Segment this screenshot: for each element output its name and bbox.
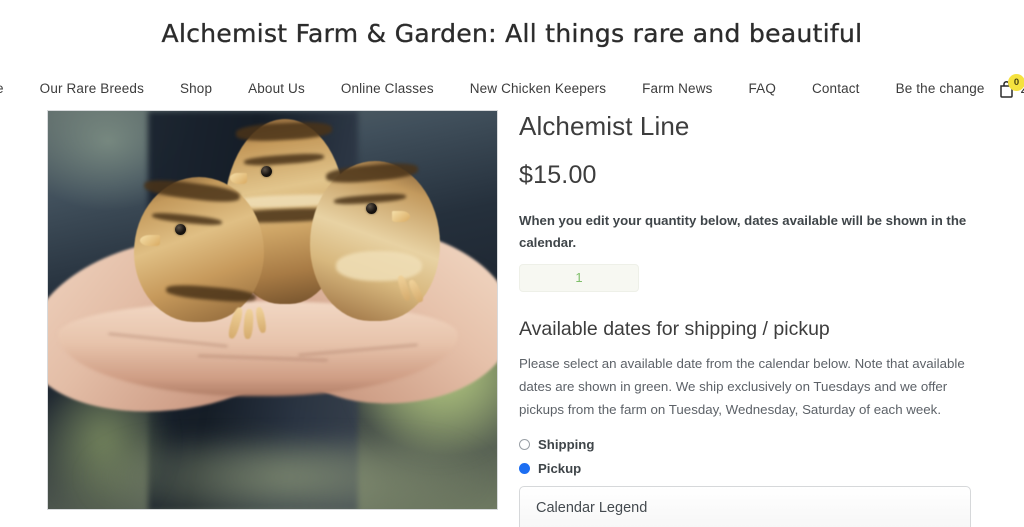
delivery-option-pickup-label: Pickup: [538, 461, 581, 476]
calendar-legend-panel: Calendar Legend: [519, 486, 971, 527]
delivery-option-pickup[interactable]: Pickup: [519, 461, 1024, 476]
product-title: Alchemist Line: [519, 112, 1024, 141]
nav-item-farm-news[interactable]: Farm News: [624, 81, 730, 96]
photo-chick-beak: [230, 173, 247, 184]
radio-shipping-icon[interactable]: [519, 439, 530, 450]
photo-chick-beak: [140, 235, 160, 246]
photo-chick-eye: [366, 203, 377, 214]
nav-item-contact[interactable]: Contact: [794, 81, 878, 96]
page-root: Alchemist Farm & Garden: All things rare…: [0, 0, 1024, 527]
nav-item-about-us[interactable]: About Us: [230, 81, 323, 96]
site-header: Alchemist Farm & Garden: All things rare…: [0, 0, 1024, 66]
product-media: [47, 110, 498, 527]
photo-chick-highlight: [336, 251, 422, 281]
product-main: Alchemist Line $15.00 When you edit your…: [0, 110, 1024, 527]
nav-item-be-the-change[interactable]: Be the change: [878, 81, 1003, 96]
product-info: Alchemist Line $15.00 When you edit your…: [519, 110, 1024, 527]
nav-item-new-chicken-keepers[interactable]: New Chicken Keepers: [452, 81, 624, 96]
product-price: $15.00: [519, 161, 1024, 190]
nav-item-faq[interactable]: FAQ: [731, 81, 794, 96]
photo-chick-eye: [175, 224, 186, 235]
delivery-option-shipping[interactable]: Shipping: [519, 437, 1024, 452]
cart-button[interactable]: 0: [996, 76, 1022, 102]
available-dates-heading: Available dates for shipping / pickup: [519, 318, 1024, 341]
cart-count-badge: 0: [1008, 74, 1024, 91]
nav-item-shop[interactable]: Shop: [162, 81, 230, 96]
main-navigation: e Our Rare Breeds Shop About Us Online C…: [0, 66, 1024, 110]
nav-list: e Our Rare Breeds Shop About Us Online C…: [0, 81, 1024, 96]
quantity-input[interactable]: 1: [519, 264, 639, 292]
radio-pickup-icon[interactable]: [519, 463, 530, 474]
nav-item-online-classes[interactable]: Online Classes: [323, 81, 452, 96]
product-image[interactable]: [47, 110, 498, 510]
available-dates-description: Please select an available date from the…: [519, 353, 974, 422]
nav-item-our-rare-breeds[interactable]: Our Rare Breeds: [22, 81, 162, 96]
nav-item-home-truncated[interactable]: e: [0, 81, 22, 96]
delivery-option-shipping-label: Shipping: [538, 437, 594, 452]
photo-chick-eye: [261, 166, 272, 177]
site-title: Alchemist Farm & Garden: All things rare…: [162, 19, 863, 48]
photo-background-grass-bottom: [88, 441, 488, 510]
photo-chick-beak: [392, 211, 410, 222]
quantity-instruction: When you edit your quantity below, dates…: [519, 210, 971, 255]
calendar-legend-title: Calendar Legend: [536, 500, 954, 516]
